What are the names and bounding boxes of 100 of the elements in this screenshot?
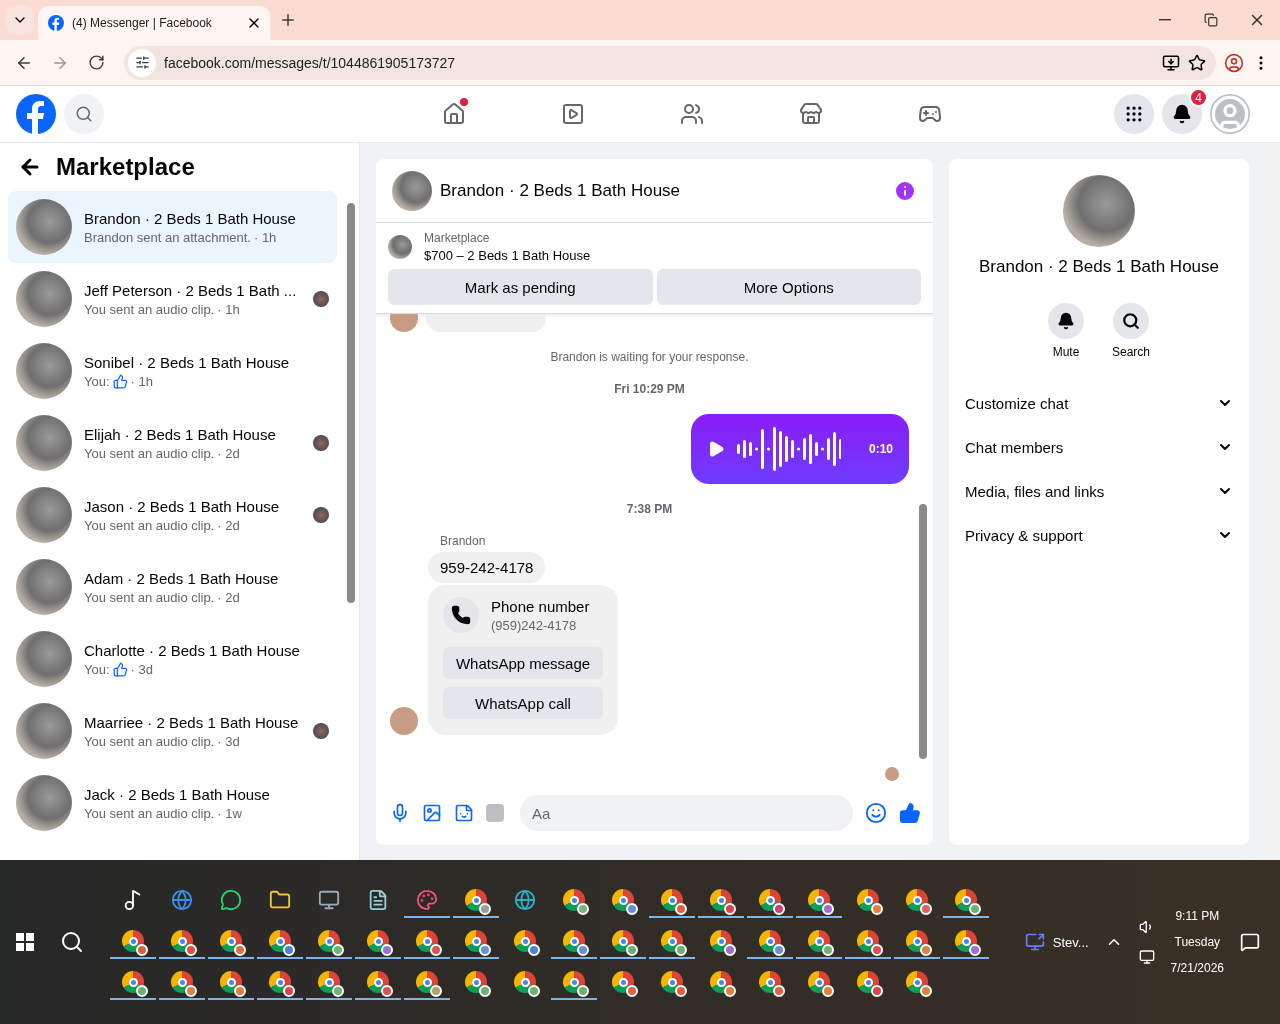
- notification-center-icon[interactable]: [1240, 932, 1260, 952]
- collapsible-section[interactable]: Media, files and links: [957, 469, 1241, 513]
- message-preview: You sent an audio clip.: [84, 589, 215, 605]
- globe-icon: [514, 889, 536, 911]
- listing-title: $700 – 2 Beds 1 Bath House: [424, 248, 591, 263]
- photo-placeholder: [388, 235, 412, 259]
- tab-title: (4) Messenger | Facebook: [72, 16, 213, 30]
- message-input[interactable]: Aa: [520, 795, 853, 831]
- photo-placeholder: [16, 631, 72, 687]
- install-icon[interactable]: [1162, 53, 1180, 72]
- grid-icon: [1124, 104, 1144, 124]
- conversation-item[interactable]: Jeff Peterson · 2 Beds 1 Bath ... You sent an audio clip. · 1h: [8, 263, 337, 335]
- message-bubble: 959-242-4178: [428, 552, 546, 583]
- address-bar[interactable]: facebook.com/messages/t/1044861905173727: [124, 45, 1216, 80]
- notification-count: 4: [1189, 88, 1208, 107]
- plus-icon: [279, 11, 297, 29]
- network-icon[interactable]: [1138, 949, 1155, 965]
- search-icon: [1122, 312, 1140, 330]
- photo-placeholder: [16, 487, 72, 543]
- contact-action-button[interactable]: WhatsApp call: [443, 687, 603, 719]
- conversation-item[interactable]: Jack · 2 Beds 1 Bath House You sent an audio clip. · 1w: [8, 767, 337, 839]
- message-time: · 1h: [217, 301, 240, 317]
- store-icon: [798, 102, 823, 126]
- bookmark-star-icon[interactable]: [1188, 53, 1206, 72]
- photo-placeholder: [16, 271, 72, 327]
- bell-icon: [1172, 104, 1192, 124]
- message-preview: Brandon sent an attachment.: [84, 229, 251, 245]
- message-time: · 3d: [130, 661, 153, 677]
- photo-placeholder: [16, 703, 72, 759]
- listing-source: Marketplace: [424, 231, 491, 245]
- microphone-icon[interactable]: [390, 803, 410, 823]
- message-time: · 1h: [253, 229, 277, 245]
- phone-number: (959)242-4178: [491, 617, 578, 633]
- message-preview: You sent an audio clip.: [84, 301, 215, 317]
- video-icon: [560, 102, 585, 126]
- taskbar-window-button[interactable]: Stev...: [1024, 932, 1089, 952]
- contact-action-button[interactable]: WhatsApp message: [443, 647, 603, 679]
- avatar: [390, 707, 418, 735]
- menu-button[interactable]: [1114, 94, 1154, 134]
- collapsible-section[interactable]: Privacy & support: [957, 513, 1241, 557]
- emoji-icon[interactable]: [865, 802, 887, 824]
- listing-action-button[interactable]: More Options: [656, 269, 921, 305]
- message-preview: You:: [84, 661, 110, 677]
- notepad-icon: [367, 889, 389, 911]
- message-time: · 3d: [217, 733, 240, 749]
- profile-icon[interactable]: [1224, 52, 1244, 73]
- home-icon: [441, 102, 466, 126]
- message-preview: You sent an audio clip.: [84, 805, 215, 821]
- conversation-item[interactable]: Adam · 2 Beds 1 Bath House You sent an audio clip. · 2d: [8, 551, 337, 623]
- conversation-item[interactable]: Charlotte · 2 Beds 1 Bath House You: · 3d: [8, 623, 337, 695]
- conversation-item[interactable]: Brandon · 2 Beds 1 Bath House Brandon sent an attachment. · 1h: [8, 191, 337, 263]
- conversation-item[interactable]: Jason · 2 Beds 1 Bath House You sent an audio clip. · 2d: [8, 479, 337, 551]
- site-settings-button[interactable]: [128, 48, 156, 77]
- clock-time: 9:11 PM: [1175, 909, 1220, 923]
- browser-tab[interactable]: (4) Messenger | Facebook: [38, 6, 270, 40]
- message-time: · 1w: [217, 805, 242, 821]
- conversation-item[interactable]: Maarriee · 2 Beds 1 Bath House You sent an audio clip. · 3d: [8, 695, 337, 767]
- facebook-logo-icon: [48, 15, 64, 31]
- chat-bubble-icon: [220, 889, 242, 911]
- timestamp: Fri 10:29 PM: [614, 382, 685, 396]
- conversation-item[interactable]: Elijah · 2 Beds 1 Bath House You sent an audio clip. · 2d: [8, 407, 337, 479]
- photo-placeholder: [16, 559, 72, 615]
- page-title: Marketplace: [56, 153, 195, 181]
- clock-day: Tuesday: [1174, 935, 1221, 949]
- search-button[interactable]: [64, 94, 104, 134]
- message-time: · 1h: [130, 373, 153, 389]
- tab-list-button[interactable]: [6, 6, 34, 34]
- listing-action-button[interactable]: Mark as pending: [388, 269, 653, 305]
- contact-name: Brandon · 2 Beds 1 Bath House: [978, 257, 1219, 277]
- play-icon[interactable]: [707, 440, 725, 458]
- conversation-name: Jeff Peterson · 2 Beds 1 Bath ...: [84, 281, 298, 299]
- conversation-name: Jason · 2 Beds 1 Bath House: [84, 497, 281, 515]
- photo-placeholder: [16, 415, 72, 471]
- collapsible-section[interactable]: Chat members: [957, 425, 1241, 469]
- message-preview: You sent an audio clip.: [84, 445, 215, 461]
- notifications-button[interactable]: [1162, 94, 1202, 134]
- facebook-logo[interactable]: [16, 94, 56, 134]
- message-preview: You:: [84, 373, 110, 389]
- thumbs-up-icon[interactable]: [899, 802, 921, 824]
- computer-icon: [318, 889, 340, 911]
- sliders-icon: [134, 55, 150, 70]
- bell-icon: [1057, 312, 1075, 330]
- message-time: · 2d: [217, 589, 240, 605]
- url-text: facebook.com/messages/t/1044861905173727: [164, 54, 457, 71]
- search-icon: [75, 105, 93, 123]
- sticker-icon[interactable]: [454, 803, 474, 823]
- palette-icon: [416, 889, 438, 911]
- audio-duration: 0:10: [868, 442, 893, 456]
- conversation-item[interactable]: Sonibel · 2 Beds 1 Bath House You: · 1h: [8, 335, 337, 407]
- conversation-name: Brandon · 2 Beds 1 Bath House: [84, 209, 297, 227]
- minimize-icon: [1159, 19, 1171, 21]
- timestamp: 7:38 PM: [626, 502, 673, 516]
- conversation-name: Jack · 2 Beds 1 Bath House: [84, 785, 271, 803]
- windows-start-icon[interactable]: [16, 933, 34, 951]
- reload-icon: [87, 54, 105, 71]
- collapsible-section[interactable]: Customize chat: [957, 381, 1241, 425]
- person-icon: [1210, 94, 1250, 134]
- status-note: Brandon is waiting for your response.: [550, 350, 749, 364]
- image-icon[interactable]: [422, 803, 442, 823]
- search-icon[interactable]: [60, 930, 84, 954]
